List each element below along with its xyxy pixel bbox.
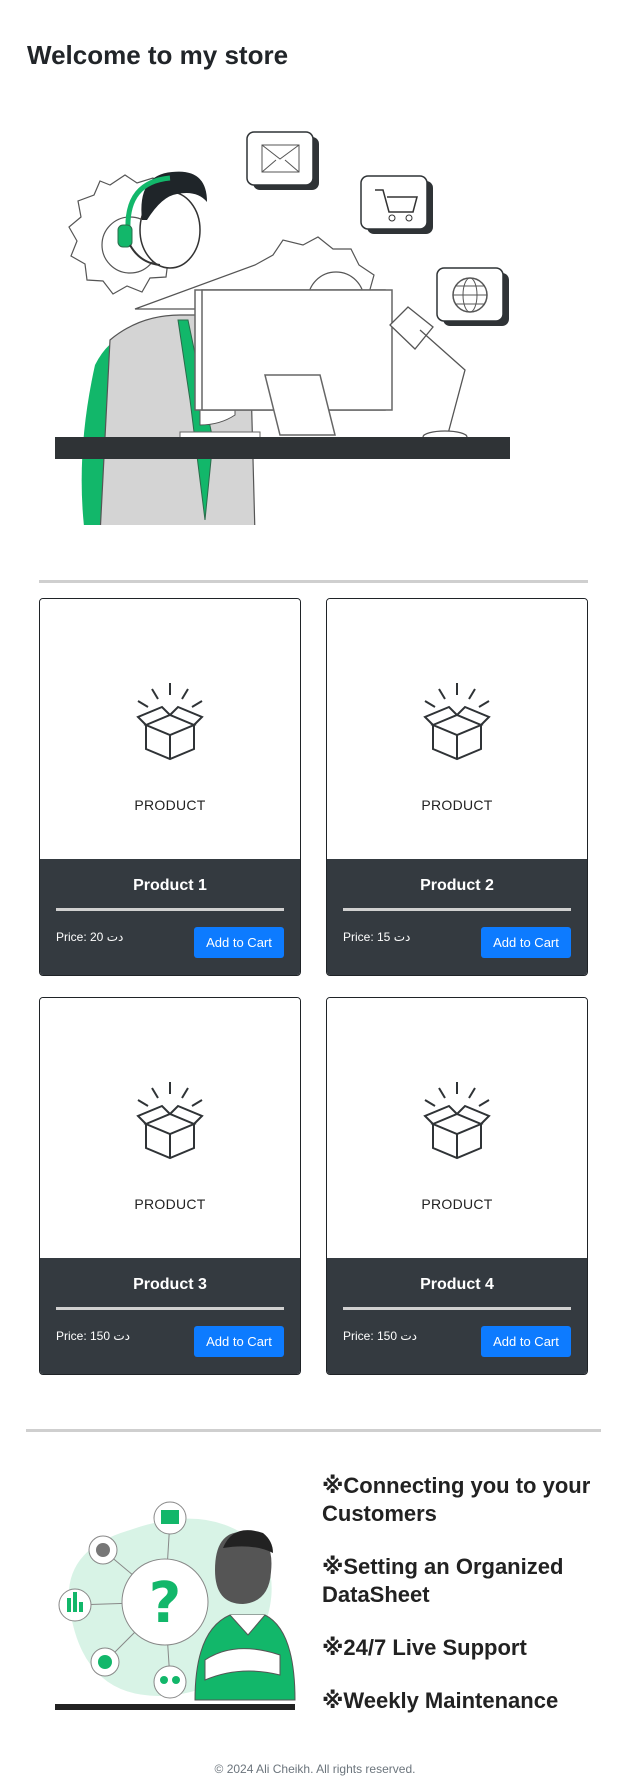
product-image: PRODUCT bbox=[40, 998, 300, 1258]
feature-item: ※Connecting you to your Customers bbox=[322, 1473, 591, 1526]
card-body: Product 1 Price: 20 دت Add to Cart bbox=[40, 859, 300, 975]
globe-icon bbox=[436, 267, 509, 326]
envelope-icon bbox=[246, 131, 319, 190]
product-name: Product 2 bbox=[420, 877, 494, 894]
product-image: PRODUCT bbox=[327, 599, 587, 859]
card-body: Product 3 Price: 150 دت Add to Cart bbox=[40, 1258, 300, 1374]
feature-item: ※24/7 Live Support bbox=[322, 1635, 527, 1660]
divider bbox=[26, 1429, 601, 1432]
box-icon bbox=[423, 1082, 491, 1160]
product-image-label: PRODUCT bbox=[421, 1196, 493, 1212]
add-to-cart-button[interactable]: Add to Cart bbox=[194, 927, 284, 958]
product-image: PRODUCT bbox=[40, 599, 300, 859]
divider bbox=[39, 580, 588, 583]
card-divider bbox=[56, 908, 284, 911]
product-card: PRODUCT Product 2 Price: 15 دت Add to Ca… bbox=[326, 598, 588, 976]
footer-text: © 2024 Ali Cheikh. All rights reserved. bbox=[214, 1762, 416, 1776]
product-image-label: PRODUCT bbox=[421, 797, 493, 813]
product-price: Price: 150 دت bbox=[56, 1329, 131, 1343]
product-card: PRODUCT Product 1 Price: 20 دت Add to Ca… bbox=[39, 598, 301, 976]
card-divider bbox=[343, 908, 571, 911]
card-body: Product 4 Price: 150 دت Add to Cart bbox=[327, 1258, 587, 1374]
product-price: Price: 20 دت bbox=[56, 930, 124, 944]
feature-item: ※Weekly Maintenance bbox=[322, 1688, 559, 1713]
question-icon: ? bbox=[149, 1571, 181, 1636]
product-name: Product 3 bbox=[133, 1276, 207, 1293]
page-title: Welcome to my store bbox=[27, 40, 289, 70]
box-icon bbox=[136, 1082, 204, 1160]
box-icon bbox=[423, 683, 491, 761]
hero-illustration bbox=[50, 125, 580, 536]
support-illustration: ? bbox=[55, 1490, 300, 1720]
box-icon bbox=[136, 683, 204, 761]
product-name: Product 1 bbox=[133, 877, 207, 894]
card-body: Product 2 Price: 15 دت Add to Cart bbox=[327, 859, 587, 975]
product-image: PRODUCT bbox=[327, 998, 587, 1258]
product-image-label: PRODUCT bbox=[134, 797, 206, 813]
product-card: PRODUCT Product 3 Price: 150 دت Add to C… bbox=[39, 997, 301, 1375]
add-to-cart-button[interactable]: Add to Cart bbox=[481, 927, 571, 958]
add-to-cart-button[interactable]: Add to Cart bbox=[481, 1326, 571, 1357]
card-divider bbox=[343, 1307, 571, 1310]
add-to-cart-button[interactable]: Add to Cart bbox=[194, 1326, 284, 1357]
gear-icon bbox=[96, 1543, 110, 1557]
cart-icon bbox=[360, 175, 433, 234]
product-card: PRODUCT Product 4 Price: 150 دت Add to C… bbox=[326, 997, 588, 1375]
feature-item: ※Setting an Organized DataSheet bbox=[322, 1554, 564, 1607]
product-price: Price: 150 دت bbox=[343, 1329, 418, 1343]
product-price: Price: 15 دت bbox=[343, 930, 411, 944]
product-image-label: PRODUCT bbox=[134, 1196, 206, 1212]
product-name: Product 4 bbox=[420, 1276, 494, 1293]
features-list: ※Connecting you to your Customers ※Setti… bbox=[322, 1472, 612, 1740]
card-divider bbox=[56, 1307, 284, 1310]
